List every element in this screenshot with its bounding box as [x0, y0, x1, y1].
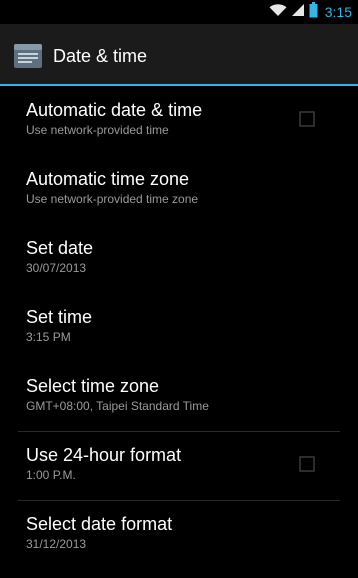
status-icons: 3:15	[269, 1, 352, 23]
status-time: 3:15	[324, 4, 352, 20]
settings-list: Automatic date & time Use network-provid…	[0, 86, 358, 569]
setting-automatic-time-zone[interactable]: Automatic time zone Use network-provided…	[0, 155, 358, 224]
setting-summary: GMT+08:00, Taipei Standard Time	[26, 399, 209, 413]
setting-title: Select date format	[26, 514, 173, 534]
divider	[18, 500, 340, 501]
checkbox-icon[interactable]	[296, 108, 318, 130]
setting-set-time[interactable]: Set time 3:15 PM	[0, 293, 358, 362]
setting-summary: 3:15 PM	[26, 330, 71, 344]
setting-set-date[interactable]: Set date 30/07/2013	[0, 224, 358, 293]
divider	[18, 431, 340, 432]
status-bar: 3:15	[0, 0, 358, 24]
setting-select-time-zone[interactable]: Select time zone GMT+08:00, Taipei Stand…	[0, 362, 358, 431]
setting-title: Set date	[26, 238, 94, 258]
setting-summary: Use network-provided time	[26, 123, 169, 137]
settings-app-icon[interactable]	[14, 42, 42, 70]
setting-summary: 1:00 P.M.	[26, 468, 76, 482]
setting-use-24-hour-format[interactable]: Use 24-hour format 1:00 P.M.	[0, 431, 358, 500]
page-title: Date & time	[53, 46, 148, 66]
setting-summary: 30/07/2013	[26, 261, 87, 275]
setting-title: Select time zone	[26, 376, 160, 396]
setting-title: Automatic time zone	[26, 169, 190, 189]
action-bar: Date & time	[0, 24, 358, 86]
signal-icon	[291, 3, 305, 22]
setting-summary: 31/12/2013	[26, 537, 87, 551]
setting-title: Use 24-hour format	[26, 445, 182, 465]
checkbox-icon[interactable]	[296, 453, 318, 475]
wifi-icon	[269, 3, 287, 22]
setting-select-date-format[interactable]: Select date format 31/12/2013	[0, 500, 358, 569]
setting-summary: Use network-provided time zone	[26, 192, 199, 206]
setting-title: Automatic date & time	[26, 100, 203, 120]
battery-icon	[309, 1, 318, 23]
setting-title: Set time	[26, 307, 93, 327]
setting-automatic-date-time[interactable]: Automatic date & time Use network-provid…	[0, 86, 358, 155]
